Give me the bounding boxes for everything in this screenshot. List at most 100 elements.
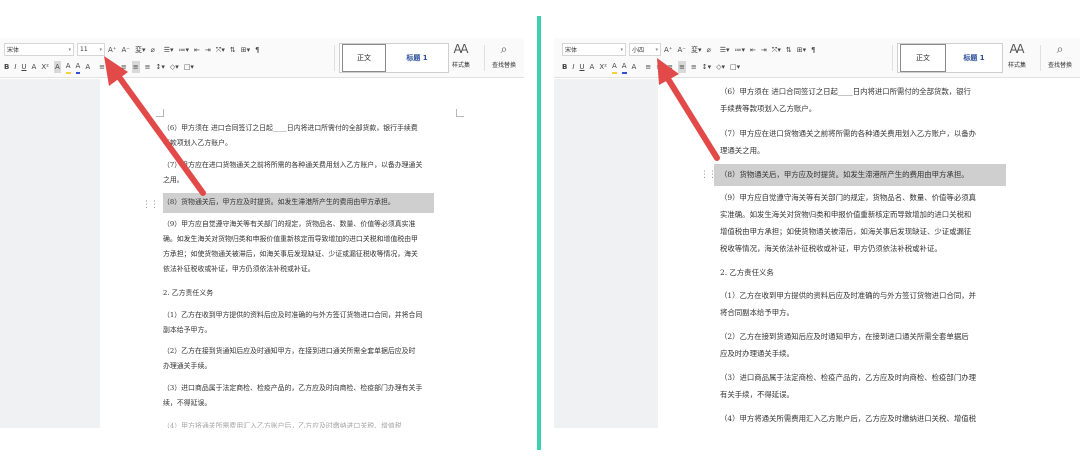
borders-icon[interactable]: □▾ <box>184 61 194 73</box>
bold-button[interactable]: B <box>4 61 9 73</box>
font-grow-icon[interactable]: A⁺ <box>108 44 116 56</box>
show-marks-icon[interactable]: ¶ <box>255 44 259 56</box>
paragraph-q2[interactable]: （2）乙方在接到货通知后应及时通知甲方，在接到进口通关所需全套单据后 应及时办理… <box>720 328 969 362</box>
paragraph-7[interactable]: （7）甲方应在进口货物通关之前将所需的各种通关费用划入乙方账户，以备办 理通关之… <box>720 125 976 159</box>
font-shrink-icon[interactable]: A⁻ <box>677 44 685 56</box>
superscript-button[interactable]: X² <box>41 61 49 73</box>
line: （3）进口商品属于法定商检、检疫产品的，乙方应及时向商检、检疫部门办理有关手 <box>163 384 423 392</box>
italic-button[interactable]: I <box>14 61 16 73</box>
paragraph-q4[interactable]: （4）甲方将通关所需费用汇入乙方账户后，乙方应及时缴纳进口关税、增值税 <box>720 410 976 427</box>
styles-gallery[interactable]: 正文 标题 1 <box>339 43 449 73</box>
style-normal[interactable]: 正文 <box>342 44 386 72</box>
bullet-list-icon[interactable]: ☰▾ <box>720 44 730 56</box>
paragraph-q3[interactable]: （3）进口商品属于法定商检、检疫产品的，乙方应及时向商检、检疫部门办理有关手 续… <box>163 381 422 411</box>
font-color-button[interactable]: A <box>621 60 627 74</box>
style-set-button[interactable]: Ꜳ 样式集 <box>452 42 470 69</box>
paragraph-7[interactable]: （7）甲方应在进口货物通关之前将所需的各种通关费用划入乙方账户，以备办理通关 之… <box>163 158 422 188</box>
font-size-select[interactable]: 11 ▾ <box>77 43 105 56</box>
paragraph-6[interactable]: （6）甲方须在 进口合同签订之日起____日内将进口所需付的全部货款，银行手续费… <box>163 121 418 151</box>
shading-icon[interactable]: ◇▾ <box>170 61 179 73</box>
underline-button[interactable]: U <box>579 61 584 73</box>
left-document-area[interactable]: （6）甲方须在 进口合同签订之日起____日内将进口所需付的全部货款，银行手续费… <box>0 79 524 428</box>
right-document-page[interactable]: （6）甲方须在 进口合同签订之日起____日内将进口所需付的全部货款，银行 手续… <box>658 79 1080 428</box>
align-center-icon[interactable]: ≡ <box>656 61 662 73</box>
clear-format-icon[interactable]: ⌀ <box>706 44 710 56</box>
section-heading-2[interactable]: 2. 乙方责任义务 <box>163 286 213 301</box>
align-distributed-icon[interactable]: ≡ <box>145 61 151 73</box>
paragraph-9[interactable]: （9）甲方应自觉遵守海关等有关部门的规定，货物品名、数量、价值等必须真实准 确。… <box>163 217 418 277</box>
bold-button[interactable]: B <box>562 61 567 73</box>
font-grow-icon[interactable]: A⁺ <box>664 44 672 56</box>
find-replace-button[interactable]: ⌕ 查找替换 <box>492 42 516 69</box>
paragraph-q1[interactable]: （1）乙方在收到甲方提供的资料后应及时准确的与外方签订货物进口合同，并将合同 副… <box>163 308 422 338</box>
font-family-select[interactable]: 宋体 ▾ <box>4 43 74 56</box>
find-replace-button[interactable]: ⌕ 查找替换 <box>1048 42 1072 69</box>
show-marks-icon[interactable]: ¶ <box>811 44 815 56</box>
align-right-icon[interactable]: ≡ <box>667 61 673 73</box>
style-heading-1[interactable]: 标题 1 <box>388 44 446 72</box>
numbered-list-icon[interactable]: ≔▾ <box>179 44 190 56</box>
line: 确。如发生海关对货物归类和申报价值重新核定而导致增加的进口关税和增值税由甲 <box>163 235 418 243</box>
increase-indent-icon[interactable]: ⇥ <box>205 44 211 56</box>
sort-icon[interactable]: ⇅ <box>230 44 236 56</box>
clear-format-icon[interactable]: ⌀ <box>150 44 154 56</box>
paragraph-q3[interactable]: （3）进口商品属于法定商检、检疫产品的，乙方应及时向商检、检疫部门办理 有关手续… <box>720 369 976 403</box>
font-color-button[interactable]: A <box>75 60 81 74</box>
italic-button[interactable]: I <box>572 61 574 73</box>
align-right-icon[interactable]: ≡ <box>121 61 127 73</box>
align-left-icon[interactable]: ≡ <box>645 61 651 73</box>
font-shrink-icon[interactable]: A⁻ <box>121 44 129 56</box>
strikethrough-button[interactable]: A <box>32 61 37 73</box>
char-scale-icon[interactable]: ⤧▾ <box>772 44 781 56</box>
highlight-color-button[interactable]: A <box>611 60 617 74</box>
paragraph-6[interactable]: （6）甲方须在 进口合同签订之日起____日内将进口所需付的全部货款，银行 手续… <box>720 83 971 117</box>
paragraph-8-selected[interactable]: （8）货物通关后，甲方应及时提货。如发生滞港所产生的费用由甲方承担。 <box>714 164 1006 186</box>
increase-indent-icon[interactable]: ⇥ <box>761 44 767 56</box>
char-shading-button[interactable]: A <box>632 61 637 73</box>
paragraph-q2[interactable]: （2）乙方在接到货通知后应及时通知甲方，在接到进口通关所需全套单据后应及时 办理… <box>163 344 415 374</box>
section-heading-2[interactable]: 2. 乙方责任义务 <box>720 264 774 281</box>
align-justify-icon[interactable]: ≡ <box>677 60 686 73</box>
line: （6）甲方须在 进口合同签订之日起____日内将进口所需付的全部货款，银行 <box>720 87 971 96</box>
decrease-indent-icon[interactable]: ⇤ <box>194 44 200 56</box>
font-size-select[interactable]: 小四 ▾ <box>629 43 661 56</box>
line-spacing-icon[interactable]: ↕▾ <box>702 61 711 73</box>
highlight-color-button[interactable]: A <box>65 60 71 74</box>
strikethrough-button[interactable]: A <box>590 61 595 73</box>
paragraph-8-selected[interactable]: （8）货物通关后，甲方应及时提货。如发生滞港所产生的费用由甲方承担。 <box>163 193 434 213</box>
paragraph-q4[interactable]: （4）甲方将通关所需费用汇入乙方账户后，乙方应及时缴纳进口关税、增值税 <box>163 419 402 428</box>
style-set-button[interactable]: Ꜳ 样式集 <box>1008 42 1026 69</box>
paragraph-q1[interactable]: （1）乙方在收到甲方提供的资料后应及时准确的与外方签订货物进口合同，并 将合同副… <box>720 287 976 321</box>
align-left-icon[interactable]: ≡ <box>99 61 105 73</box>
asian-layout-icon[interactable]: ⊞▾ <box>241 44 250 56</box>
underline-button[interactable]: U <box>21 61 26 73</box>
asian-layout-icon[interactable]: ⊞▾ <box>797 44 806 56</box>
style-heading-1[interactable]: 标题 1 <box>948 44 1000 72</box>
sort-icon[interactable]: ⇅ <box>786 44 792 56</box>
right-document-area[interactable]: （6）甲方须在 进口合同签订之日起____日内将进口所需付的全部货款，银行 手续… <box>554 79 1080 428</box>
bullet-list-icon[interactable]: ☰▾ <box>164 44 174 56</box>
align-justify-icon[interactable]: ≡ <box>131 60 140 73</box>
left-document-page[interactable]: （6）甲方须在 进口合同签订之日起____日内将进口所需付的全部货款，银行手续费… <box>100 79 524 428</box>
change-case-icon[interactable]: 変▾ <box>135 44 146 56</box>
char-shading-button[interactable]: A <box>85 61 90 73</box>
drag-handle-icon[interactable]: ⋮⋮ <box>142 200 159 210</box>
change-case-icon[interactable]: 変▾ <box>691 44 702 56</box>
borders-icon[interactable]: □▾ <box>730 61 740 73</box>
align-distributed-icon[interactable]: ≡ <box>691 61 697 73</box>
superscript-button[interactable]: X² <box>599 61 607 73</box>
chevron-down-icon: ▾ <box>620 46 623 53</box>
decrease-indent-icon[interactable]: ⇤ <box>750 44 756 56</box>
line: 将合同副本给予甲方。 <box>720 308 794 317</box>
text-effect-icon[interactable]: A <box>53 60 61 73</box>
align-center-icon[interactable]: ≡ <box>110 61 116 73</box>
line-spacing-icon[interactable]: ↕▾ <box>156 61 165 73</box>
shading-icon[interactable]: ◇▾ <box>716 61 725 73</box>
style-normal[interactable]: 正文 <box>900 44 946 72</box>
styles-gallery[interactable]: 正文 标题 1 <box>897 43 1003 73</box>
search-icon: ⌕ <box>1056 42 1064 56</box>
paragraph-9[interactable]: （9）甲方应自觉遵守海关等有关部门的规定，货物品名、数量、价值等必须真 实准确。… <box>720 189 976 257</box>
font-family-select[interactable]: 宋体 ▾ <box>562 43 626 56</box>
numbered-list-icon[interactable]: ≔▾ <box>735 44 746 56</box>
char-scale-icon[interactable]: ⤧▾ <box>216 44 225 56</box>
